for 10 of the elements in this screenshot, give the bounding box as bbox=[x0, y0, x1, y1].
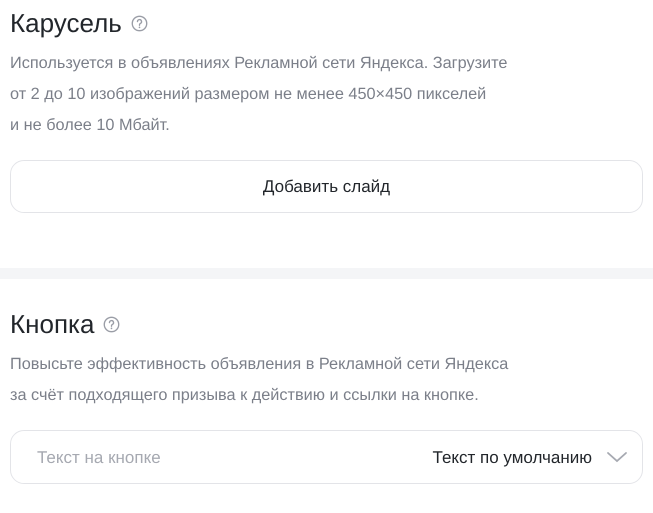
section-description: Повысьте эффективность объявления в Рекламной сети Яндекса за счёт подходящего призыва к действию и ссылки на кнопке. bbox=[10, 354, 510, 406]
section-title: Карусель bbox=[10, 8, 122, 40]
add-slide-button[interactable]: Добавить слайд bbox=[10, 160, 643, 214]
help-icon[interactable] bbox=[130, 15, 148, 32]
button-text-field[interactable]: Текст на кнопке Текст по умолчанию bbox=[10, 430, 643, 484]
help-icon[interactable] bbox=[103, 316, 120, 334]
default-text-option[interactable]: Текст по умолчанию bbox=[432, 444, 592, 470]
section-description: Используется в объявлениях Рекламной сети Яндекса. Загрузите от 2 до 10 изображений размером не менее 450×450 пикселей и не более 10 Мбайт. bbox=[10, 53, 508, 136]
section-title: Кнопка bbox=[10, 309, 94, 340]
chevron-down-icon[interactable] bbox=[606, 451, 628, 464]
